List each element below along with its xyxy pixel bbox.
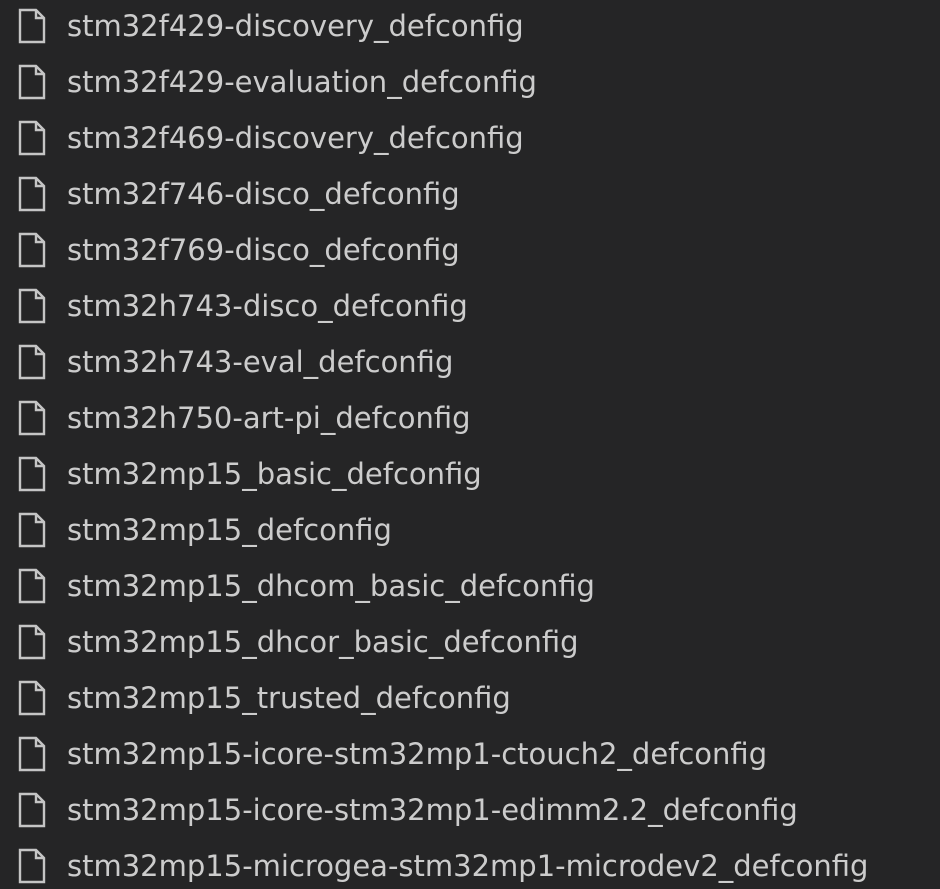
file-icon: [14, 622, 50, 662]
file-item[interactable]: stm32mp15_basic_defconfig: [0, 446, 940, 502]
file-label: stm32mp15-microgea-stm32mp1-microdev2_de…: [67, 849, 869, 883]
file-label: stm32mp15_dhcom_basic_defconfig: [67, 569, 595, 603]
file-icon: [14, 566, 50, 606]
file-item[interactable]: stm32f429-discovery_defconfig: [0, 0, 940, 54]
file-item[interactable]: stm32h750-art-pi_defconfig: [0, 390, 940, 446]
file-icon: [14, 510, 50, 550]
file-item[interactable]: stm32mp15-icore-stm32mp1-ctouch2_defconf…: [0, 726, 940, 782]
file-item[interactable]: stm32f746-disco_defconfig: [0, 166, 940, 222]
file-label: stm32mp15-icore-stm32mp1-ctouch2_defconf…: [67, 737, 768, 771]
file-item[interactable]: stm32mp15_defconfig: [0, 502, 940, 558]
file-item[interactable]: stm32mp15_dhcom_basic_defconfig: [0, 558, 940, 614]
file-label: stm32f469-discovery_defconfig: [67, 121, 524, 155]
file-item[interactable]: stm32mp15_trusted_defconfig: [0, 670, 940, 726]
file-label: stm32h743-eval_defconfig: [67, 345, 454, 379]
file-label: stm32mp15_trusted_defconfig: [67, 681, 511, 715]
file-item[interactable]: stm32mp15_dhcor_basic_defconfig: [0, 614, 940, 670]
file-icon: [14, 454, 50, 494]
file-label: stm32f746-disco_defconfig: [67, 177, 460, 211]
file-item[interactable]: stm32f769-disco_defconfig: [0, 222, 940, 278]
file-icon: [14, 398, 50, 438]
file-list: stm32f429-discovery_defconfig stm32f429-e…: [0, 0, 940, 889]
file-label: stm32f769-disco_defconfig: [67, 233, 460, 267]
file-label: stm32mp15_dhcor_basic_defconfig: [67, 625, 579, 659]
file-icon: [14, 6, 50, 46]
file-label: stm32h743-disco_defconfig: [67, 289, 468, 323]
file-item[interactable]: stm32mp15-icore-stm32mp1-edimm2.2_defcon…: [0, 782, 940, 838]
file-label: stm32f429-evaluation_defconfig: [67, 65, 537, 99]
file-label: stm32mp15_basic_defconfig: [67, 457, 482, 491]
file-icon: [14, 230, 50, 270]
file-icon: [14, 62, 50, 102]
file-icon: [14, 174, 50, 214]
file-icon: [14, 342, 50, 382]
file-icon: [14, 846, 50, 886]
file-item[interactable]: stm32f429-evaluation_defconfig: [0, 54, 940, 110]
file-item[interactable]: stm32f469-discovery_defconfig: [0, 110, 940, 166]
file-item[interactable]: stm32mp15-microgea-stm32mp1-microdev2_de…: [0, 838, 940, 889]
file-label: stm32f429-discovery_defconfig: [67, 9, 524, 43]
file-icon: [14, 678, 50, 718]
file-icon: [14, 118, 50, 158]
file-icon: [14, 286, 50, 326]
file-item[interactable]: stm32h743-eval_defconfig: [0, 334, 940, 390]
file-label: stm32mp15-icore-stm32mp1-edimm2.2_defcon…: [67, 793, 798, 827]
file-explorer: stm32f429-discovery_defconfig stm32f429-e…: [0, 0, 940, 889]
file-icon: [14, 734, 50, 774]
file-label: stm32mp15_defconfig: [67, 513, 392, 547]
file-icon: [14, 790, 50, 830]
file-item[interactable]: stm32h743-disco_defconfig: [0, 278, 940, 334]
file-label: stm32h750-art-pi_defconfig: [67, 401, 471, 435]
